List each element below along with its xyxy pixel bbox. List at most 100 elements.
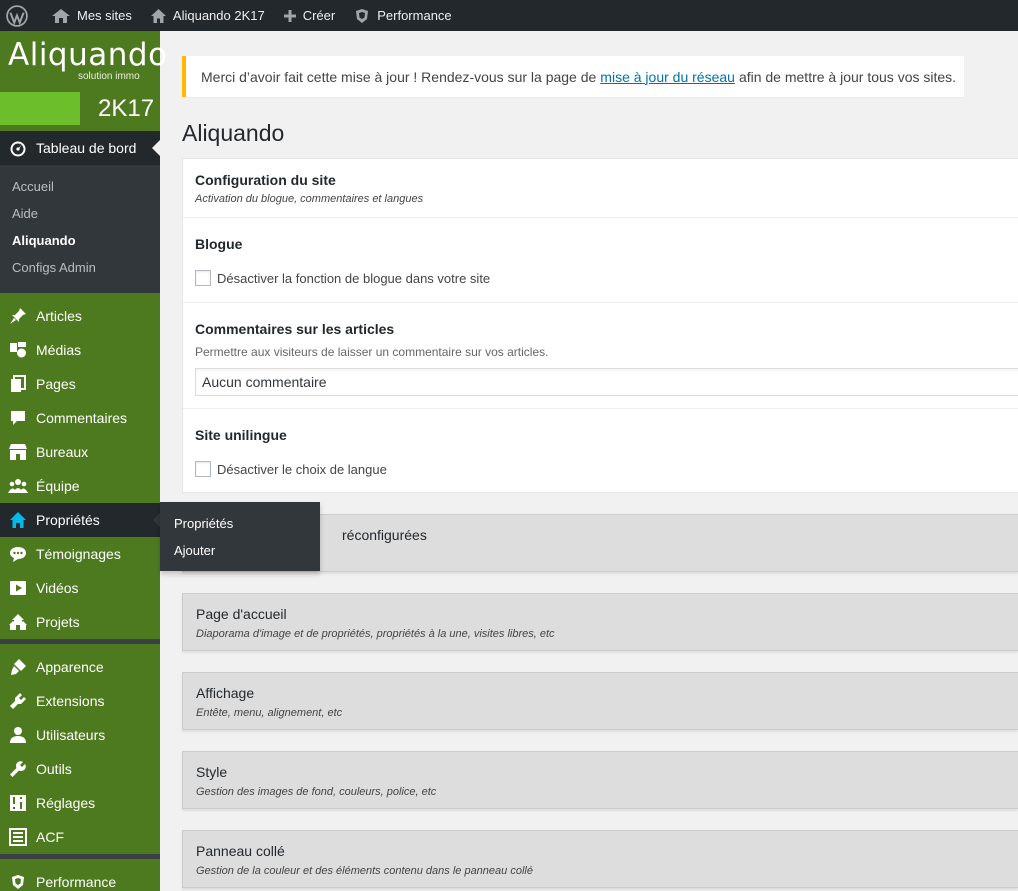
menu-utilisateurs[interactable]: Utilisateurs [0, 718, 160, 752]
section-blogue-title: Blogue [195, 236, 243, 252]
menu-equipe[interactable]: Équipe [0, 469, 160, 503]
section-configuration: Configuration du site Activation du blog… [183, 159, 1018, 218]
home-icon [10, 512, 26, 528]
menu-proprietes[interactable]: Propriétés [0, 503, 161, 537]
admin-bar-performance-label: Performance [377, 8, 452, 23]
disable-language-label: Désactiver le choix de langue [217, 461, 387, 477]
menu-temoignages[interactable]: Témoignages [0, 537, 160, 571]
box-style-title: Style [196, 764, 228, 780]
site-logo[interactable]: Aliquando solution immo 2K17 [0, 31, 167, 131]
menu-videos-label: Vidéos [36, 580, 79, 596]
home-icon [150, 8, 166, 23]
dashboard-icon [10, 141, 26, 157]
menu-articles[interactable]: Articles [0, 299, 160, 333]
proprietes-flyout-menu: Propriétés Ajouter [160, 502, 320, 571]
menu-articles-label: Articles [36, 308, 82, 324]
menu-projets[interactable]: Projets [0, 605, 160, 639]
menu-outils[interactable]: Outils [0, 752, 160, 786]
logo-year-text: 2K17 [98, 95, 155, 122]
menu-medias-label: Médias [36, 342, 82, 358]
comments-select-value: Aucun commentaire [202, 374, 327, 390]
flyout-proprietes[interactable]: Propriétés [160, 510, 320, 537]
section-blogue: Blogue Désactiver la fonction de blogue … [183, 218, 1018, 303]
plugin-icon [10, 693, 26, 709]
my-sites-icon [52, 8, 70, 23]
submenu-configs-admin[interactable]: Configs Admin [0, 254, 160, 281]
menu-acf-label: ACF [36, 829, 64, 845]
menu-proprietes-label: Propriétés [36, 512, 100, 528]
logo-sub-text: solution immo [78, 71, 140, 82]
logo-accent-bar [0, 92, 80, 125]
menu-apparence[interactable]: Apparence [0, 650, 160, 684]
media-icon [10, 342, 26, 358]
menu-videos[interactable]: Vidéos [0, 571, 160, 605]
pages-icon [11, 375, 26, 392]
section-comments-title: Commentaires sur les articles [195, 321, 395, 337]
menu-acf[interactable]: ACF [0, 820, 160, 854]
notice-network-update-link[interactable]: mise à jour du réseau [600, 69, 735, 85]
admin-bar-my-sites-label: Mes sites [77, 8, 132, 23]
comments-select[interactable]: Aucun commentaire [195, 368, 1018, 396]
settings-box-homepage[interactable]: Page d'accueil Diaporama d'image et de p… [182, 593, 1018, 651]
settings-panel: Configuration du site Activation du blog… [182, 158, 1018, 493]
menu-projets-label: Projets [36, 614, 80, 630]
menu-pages-label: Pages [36, 376, 76, 392]
w3tc-icon [12, 875, 24, 889]
dashboard-submenu: Accueil Aide Aliquando Configs Admin [0, 165, 160, 293]
page-title: Aliquando [182, 120, 285, 146]
menu-pages[interactable]: Pages [0, 367, 160, 401]
admin-bar: Mes sites Aliquando 2K17 Créer Performan… [0, 0, 1018, 31]
disable-language-option[interactable]: Désactiver le choix de langue [195, 461, 1018, 477]
menu-extensions[interactable]: Extensions [0, 684, 160, 718]
menu-separator [0, 854, 160, 859]
settings-box-style[interactable]: Style Gestion des images de fond, couleu… [182, 751, 1018, 809]
menu-equipe-label: Équipe [36, 478, 80, 494]
submenu-accueil[interactable]: Accueil [0, 173, 160, 200]
section-unilingual: Site unilingue Désactiver le choix de la… [183, 409, 1018, 492]
disable-blog-option[interactable]: Désactiver la fonction de blogue dans vo… [195, 270, 1018, 286]
menu-reglages[interactable]: Réglages [0, 786, 160, 820]
admin-bar-new-content[interactable]: Créer [274, 0, 345, 31]
comment-icon [11, 411, 25, 425]
admin-multisite-icon [9, 614, 27, 630]
disable-language-checkbox[interactable] [195, 461, 211, 477]
settings-box-sticky-panel[interactable]: Panneau collé Gestion de la couleur et d… [182, 830, 1018, 888]
box-sticky-panel-desc: Gestion de la couleur et des éléments co… [196, 865, 533, 877]
menu-outils-label: Outils [36, 761, 72, 777]
pin-icon [10, 308, 26, 324]
testimonial-icon [10, 547, 26, 562]
disable-blog-checkbox[interactable] [195, 270, 211, 286]
menu-performance[interactable]: Performance [0, 865, 160, 891]
menu-bureaux[interactable]: Bureaux [0, 435, 160, 469]
brush-icon [11, 659, 26, 675]
menu-commentaires[interactable]: Commentaires [0, 401, 160, 435]
admin-bar-my-sites[interactable]: Mes sites [42, 0, 141, 31]
admin-bar-site-name[interactable]: Aliquando 2K17 [141, 0, 274, 31]
flyout-ajouter[interactable]: Ajouter [160, 537, 320, 564]
menu-temoignages-label: Témoignages [36, 546, 121, 562]
menu-apparence-label: Apparence [36, 659, 104, 675]
box-display-title: Affichage [196, 685, 255, 701]
menu-dashboard[interactable]: Tableau de bord [0, 131, 160, 165]
admin-bar-site-name-label: Aliquando 2K17 [172, 8, 265, 23]
box-display-desc: Entête, menu, alignement, etc [196, 707, 343, 719]
section-comments: Commentaires sur les articles Permettre … [183, 303, 1018, 409]
menu-separator [0, 639, 160, 644]
menu-medias[interactable]: Médias [0, 333, 160, 367]
menu-dashboard-label: Tableau de bord [36, 140, 137, 156]
groups-icon [8, 479, 28, 493]
submenu-aliquando[interactable]: Aliquando [0, 227, 160, 254]
wordpress-logo-icon[interactable] [0, 0, 42, 31]
acf-icon [9, 828, 27, 846]
box-preconfigured-title: réconfigurées [342, 527, 427, 543]
submenu-aide[interactable]: Aide [0, 200, 160, 227]
section-configuration-title: Configuration du site [195, 172, 336, 188]
settings-box-display[interactable]: Affichage Entête, menu, alignement, etc [182, 672, 1018, 730]
box-homepage-title: Page d'accueil [196, 606, 287, 622]
notice-text-after: afin de mettre à jour tous vos sites. [738, 68, 957, 85]
wrench-icon [10, 761, 26, 777]
box-homepage-desc: Diaporama d'image et de propriétés, prop… [196, 628, 555, 640]
notice-text-before: Merci d’avoir fait cette mise à jour ! R… [201, 68, 597, 85]
store-icon [9, 444, 27, 460]
admin-bar-performance[interactable]: Performance [344, 0, 460, 31]
